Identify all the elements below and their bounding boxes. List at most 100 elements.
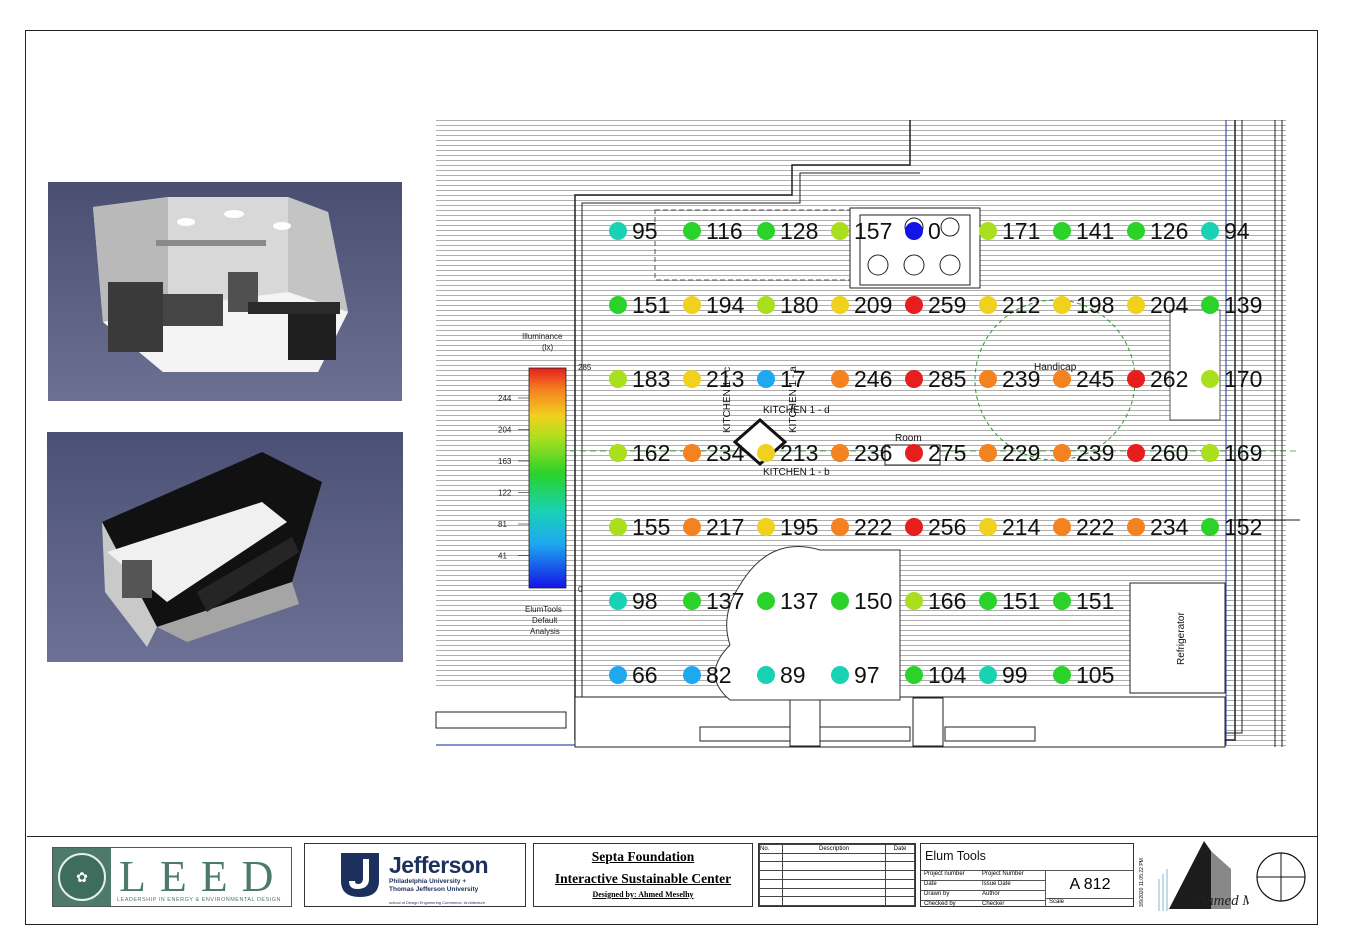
legend-tick-label: 163 (498, 457, 512, 466)
lux-point-value: 213 (706, 366, 744, 392)
sheet-info: Elum Tools Project number Project Number … (920, 843, 1134, 907)
lux-point-marker (609, 296, 627, 314)
lux-point-value: 99 (1002, 662, 1028, 688)
lux-point-value: 275 (928, 440, 966, 466)
lux-point-value: 259 (928, 292, 966, 318)
lux-point-value: 262 (1150, 366, 1188, 392)
lux-point-value: 195 (780, 514, 818, 540)
legend-tick-label: 81 (498, 520, 507, 529)
lux-point-marker (1053, 222, 1071, 240)
lux-point-marker (1053, 518, 1071, 536)
rev-col-date: Date (885, 844, 915, 854)
refrigerator-label: Refrigerator (1176, 612, 1187, 665)
lux-point-value: 151 (1002, 588, 1040, 614)
illuminance-floor-plan: Room 2 KITCHEN 1 - d KITCHEN 1 - b KITCH… (435, 120, 1300, 750)
lux-point-value: 128 (780, 218, 818, 244)
lux-point-marker (831, 370, 849, 388)
lux-point-marker (683, 592, 701, 610)
lux-point-marker (1053, 592, 1071, 610)
rev-col-no: No. (759, 844, 783, 854)
lux-point-value: 104 (928, 662, 967, 688)
lux-point-marker (905, 296, 923, 314)
lux-point-value: 126 (1150, 218, 1188, 244)
lux-point-marker (1053, 444, 1071, 462)
lux-point-marker (905, 222, 923, 240)
lux-point-marker (831, 444, 849, 462)
company-name: Elum Tools (925, 849, 986, 863)
lux-point-value: 256 (928, 514, 966, 540)
lux-point-marker (831, 222, 849, 240)
print-timestamp: 3/9/2020 11:05:22 PM (1139, 845, 1147, 907)
lux-point-value: 234 (1150, 514, 1189, 540)
lux-point-marker (757, 592, 775, 610)
project-designer: Designed by: Ahmed Meselhy (592, 890, 694, 899)
legend-tick-label: 41 (498, 552, 507, 561)
title-block: ✿ LEED LEADERSHIP IN ENERGY & ENVIRONMEN… (27, 836, 1317, 925)
lux-point-marker (609, 592, 627, 610)
lux-point-value: 17 (780, 366, 806, 392)
legend-tick-label: 122 (498, 489, 512, 498)
lux-point-value: 285 (928, 366, 966, 392)
info-label-date: Date (924, 881, 937, 887)
handicap-label: Handicap (1034, 362, 1077, 373)
legend-units: (lx) (542, 343, 553, 352)
lux-point-value: 236 (854, 440, 892, 466)
lux-point-value: 151 (632, 292, 670, 318)
jefferson-j-icon (341, 853, 379, 897)
lux-point-value: 0 (928, 218, 941, 244)
designer-signature: Ahmed Meselhy (1196, 893, 1249, 909)
lux-point-marker (979, 666, 997, 684)
project-info: Septa Foundation Interactive Sustainable… (533, 843, 753, 907)
lux-point-marker (979, 370, 997, 388)
lux-point-marker (905, 370, 923, 388)
revision-table: No. Description Date (758, 843, 916, 907)
north-arrow-icon (1255, 851, 1307, 903)
lux-point-marker (683, 518, 701, 536)
lux-point-value: 95 (632, 218, 658, 244)
lux-point-value: 246 (854, 366, 892, 392)
room-label: Room (895, 433, 922, 444)
info-value-checked-by: Checker (982, 901, 1005, 907)
lux-point-marker (831, 518, 849, 536)
lux-point-marker (1201, 518, 1219, 536)
info-label-checked-by: Checked by (924, 901, 956, 907)
rev-col-description: Description (782, 844, 886, 854)
lux-point-marker (757, 296, 775, 314)
lux-point-marker (905, 518, 923, 536)
kitchen-render-perspective (48, 182, 402, 401)
lux-point-value: 180 (780, 292, 818, 318)
jefferson-subtitle-1: Philadelphia University + (389, 878, 467, 885)
scale-label: Scale (1045, 898, 1133, 907)
lux-point-marker (757, 370, 775, 388)
lux-point-marker (1201, 444, 1219, 462)
lux-point-value: 137 (706, 588, 744, 614)
lux-point-marker (831, 592, 849, 610)
lux-point-marker (609, 518, 627, 536)
lux-point-value: 82 (706, 662, 732, 688)
lux-point-value: 150 (854, 588, 892, 614)
lux-point-value: 155 (632, 514, 670, 540)
lux-point-value: 204 (1150, 292, 1189, 318)
legend-tick-label: 204 (498, 426, 512, 435)
legend-max: 285 (578, 363, 592, 372)
lux-point-value: 139 (1224, 292, 1262, 318)
usgbc-seal-icon: ✿ (53, 848, 111, 906)
lux-point-value: 141 (1076, 218, 1114, 244)
project-foundation: Septa Foundation (591, 849, 695, 864)
leed-wordmark: LEED (119, 852, 288, 901)
lux-point-marker (831, 296, 849, 314)
lux-point-value: 157 (854, 218, 892, 244)
lux-point-value: 239 (1002, 366, 1040, 392)
lux-point-value: 169 (1224, 440, 1262, 466)
lux-point-marker (1053, 370, 1071, 388)
lux-point-marker (757, 444, 775, 462)
lux-point-value: 116 (706, 218, 743, 244)
info-value-drawn-by: Author (982, 891, 1000, 897)
lux-point-marker (609, 666, 627, 684)
lux-point-value: 137 (780, 588, 818, 614)
lux-point-value: 214 (1002, 514, 1041, 540)
lux-point-value: 194 (706, 292, 745, 318)
legend-footer-3: Analysis (530, 627, 560, 636)
lux-point-marker (609, 370, 627, 388)
leed-logo: ✿ LEED LEADERSHIP IN ENERGY & ENVIRONMEN… (52, 847, 292, 907)
